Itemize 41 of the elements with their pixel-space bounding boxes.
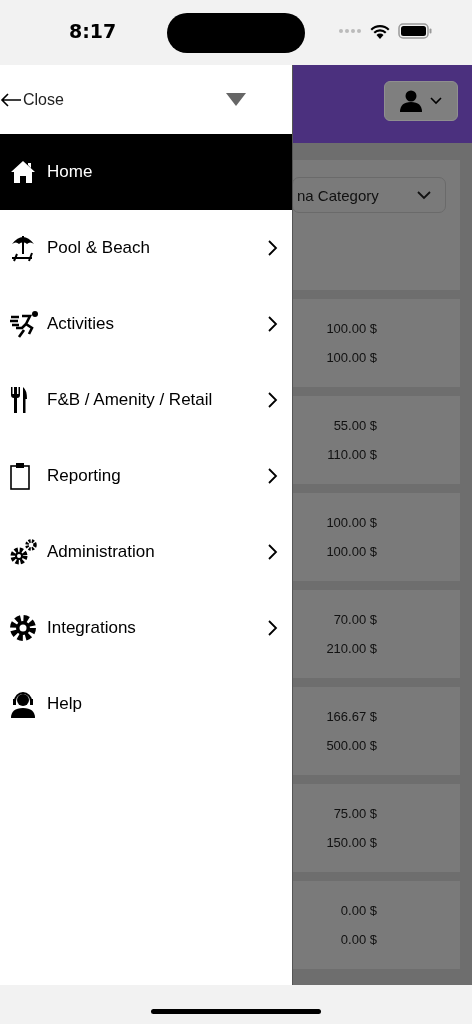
price-value: 500.00 $	[326, 738, 377, 753]
menu-item[interactable]: Home	[0, 134, 292, 210]
price-value: 0.00 $	[340, 903, 377, 918]
umbrella-lounger-icon	[10, 234, 36, 262]
price-value: 70.00 $	[333, 612, 377, 627]
runner-icon	[10, 310, 40, 338]
user-menu-button[interactable]	[384, 81, 458, 121]
wifi-icon	[370, 23, 390, 39]
menu-item[interactable]: Help	[0, 666, 292, 742]
back-arrow-icon	[0, 92, 22, 107]
menu-item[interactable]: Administration	[0, 514, 292, 590]
status-time: 8:17	[69, 20, 117, 42]
support-agent-icon	[10, 690, 36, 718]
dropdown-triangle-icon[interactable]	[226, 93, 246, 106]
user-icon	[400, 90, 422, 112]
gear-icon	[10, 615, 36, 641]
price-value: 0.00 $	[340, 932, 377, 947]
chevron-down-icon	[417, 190, 431, 200]
price-value: 110.00 $	[327, 447, 377, 462]
menu-item[interactable]: Reporting	[0, 438, 292, 514]
close-button[interactable]: Close	[0, 90, 64, 109]
battery-icon	[398, 23, 432, 39]
signal-icon	[338, 28, 362, 34]
menu-item[interactable]: Integrations	[0, 590, 292, 666]
price-value: 55.00 $	[333, 418, 377, 433]
price-value: 100.00 $	[326, 350, 377, 365]
menu-item[interactable]: Activities	[0, 286, 292, 362]
price-value: 100.00 $	[326, 544, 377, 559]
fork-knife-icon	[10, 387, 28, 413]
price-value: 150.00 $	[326, 835, 377, 850]
price-value: 75.00 $	[333, 806, 377, 821]
price-value: 100.00 $	[326, 321, 377, 336]
chevron-down-icon	[430, 97, 442, 105]
clipboard-icon	[10, 462, 30, 490]
price-value: 210.00 $	[326, 641, 377, 656]
gears-icon	[10, 539, 38, 565]
menu-item[interactable]: Pool & Beach	[0, 210, 292, 286]
price-value: 100.00 $	[326, 515, 377, 530]
price-value: 166.67 $	[326, 709, 377, 724]
menu-item[interactable]: F&B / Amenity / Retail	[0, 362, 292, 438]
home-icon	[10, 160, 36, 184]
